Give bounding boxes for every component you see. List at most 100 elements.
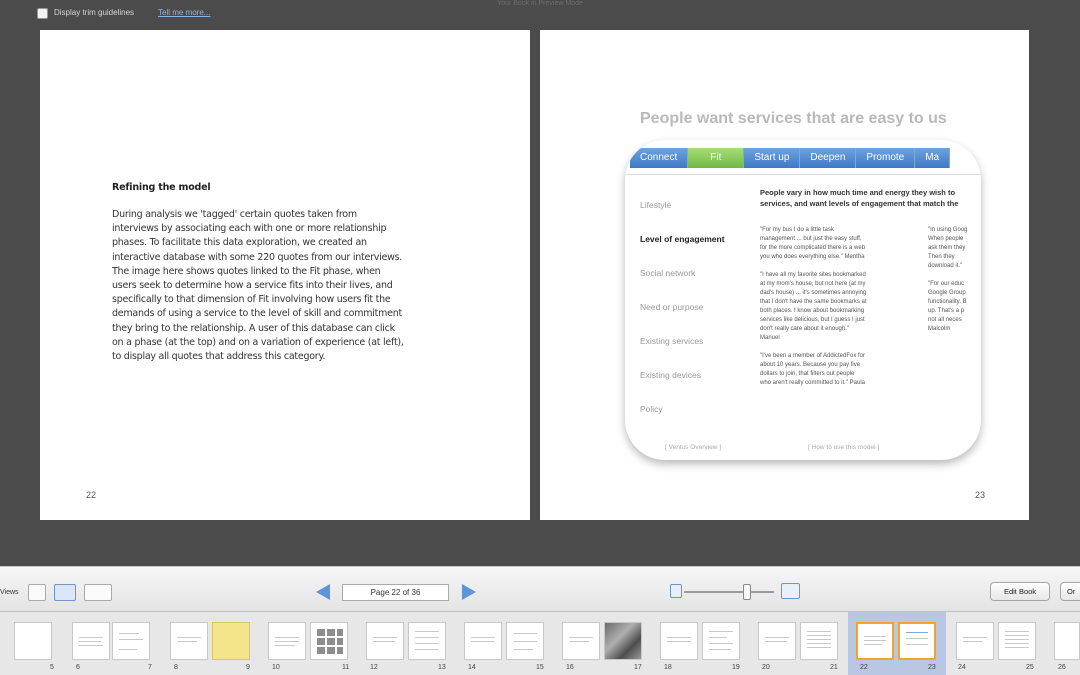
page-indicator: Page 22 of 36 [342, 584, 449, 601]
tab-more[interactable]: Ma [915, 148, 951, 168]
page-number-label: 26 [1058, 664, 1066, 671]
next-page-icon[interactable] [462, 584, 476, 600]
page-thumbnail-6[interactable] [72, 622, 110, 660]
page-thumbnail-8[interactable] [170, 622, 208, 660]
zoom-out-icon[interactable] [670, 584, 682, 598]
previous-page-icon[interactable] [316, 584, 330, 600]
page-thumbnail-23[interactable] [898, 622, 936, 660]
body-line: users seek to determine how a service fi… [112, 280, 393, 292]
page-thumbnail-7[interactable] [112, 622, 150, 660]
page-number-label: 11 [342, 664, 350, 671]
single-page-view-button[interactable] [28, 584, 46, 601]
how-to-use-link[interactable]: [ How to use this model ] [808, 444, 879, 451]
views-label: Views [0, 589, 19, 596]
page-thumbnail-5[interactable] [14, 622, 52, 660]
page-number-label: 17 [634, 664, 642, 671]
body-line: During analysis we 'tagged' certain quot… [112, 209, 357, 220]
aspect-level-of-engagement[interactable]: Level of engagement [640, 234, 725, 268]
right-page[interactable]: People want services that are easy to us… [540, 30, 1029, 520]
quote-line: "I have all my favorite sites bookmarked [760, 272, 866, 278]
body-line: phases. To facilitate this data explorat… [112, 237, 367, 249]
quote-line: dad's house) ... it's sometimes annoying [760, 290, 867, 296]
page-thumbnail-20[interactable] [758, 622, 796, 660]
page-number-label: 14 [468, 664, 476, 671]
quote-line: ask them they [928, 245, 966, 251]
quote-line: services like delicious, but I guess I j… [760, 317, 865, 323]
quote-line: "In using Goog [928, 227, 968, 233]
quotes-column-right: "In using Goog When people ask them they… [928, 226, 981, 343]
page-thumbnail-16[interactable] [562, 622, 600, 660]
tab-promote[interactable]: Promote [856, 148, 916, 168]
page-thumbnail-25[interactable] [998, 622, 1036, 660]
tab-deepen[interactable]: Deepen [800, 148, 857, 168]
zoom-slider-track[interactable] [684, 591, 774, 593]
page-number-label: 25 [1026, 664, 1034, 671]
body-line: interactive database with some 220 quote… [112, 251, 403, 263]
page-number-label: 19 [732, 664, 740, 671]
page-thumbnail-15[interactable] [506, 622, 544, 660]
quote-line: download it." [928, 263, 963, 269]
page-thumbnail-12[interactable] [366, 622, 404, 660]
page-thumbnail-14[interactable] [464, 622, 502, 660]
page-thumbnail-11[interactable] [310, 622, 348, 660]
aspect-policy[interactable]: Policy [640, 404, 725, 438]
tab-start-up[interactable]: Start up [744, 148, 801, 168]
tab-fit[interactable]: Fit [688, 148, 745, 168]
trim-guidelines-checkbox[interactable] [37, 8, 48, 19]
zoom-slider-thumb[interactable] [743, 584, 751, 600]
order-button[interactable]: Or [1060, 582, 1080, 601]
quote-line: not all neces [928, 317, 962, 323]
page-thumbnail-10[interactable] [268, 622, 306, 660]
quote-line: functionality. B [928, 299, 967, 305]
page-thumbnail-19[interactable] [702, 622, 740, 660]
two-page-view-icon[interactable] [54, 584, 76, 601]
quotes-column: "For my bus I do a little task managemen… [760, 226, 900, 397]
aspect-social-network[interactable]: Social network [640, 268, 725, 302]
page-number-label: 13 [438, 664, 446, 671]
page-thumbnail-13[interactable] [408, 622, 446, 660]
page-number-label: 20 [762, 664, 770, 671]
window-title: Your Book in Preview Mode [497, 0, 583, 7]
aspect-existing-services[interactable]: Existing services [640, 336, 725, 370]
top-bar: Display trim guidelines Tell me more... … [0, 0, 1080, 28]
page-thumbnail-26[interactable] [1054, 622, 1080, 660]
quote-line: at my mom's house, but not here (at my [760, 281, 866, 287]
page-thumbnail-18[interactable] [660, 622, 698, 660]
quote-line: don't really care about it enough." [760, 326, 850, 332]
quote-line: management ... but just the easy stuff, [760, 236, 862, 242]
intro-line: People vary in how much time and energy … [760, 188, 956, 197]
page-thumbnail-9[interactable] [212, 622, 250, 660]
page-thumbnail-22[interactable] [856, 622, 894, 660]
aspect-need-or-purpose[interactable]: Need or purpose [640, 302, 725, 336]
page-number-right: 23 [974, 490, 985, 500]
ventus-overview-link[interactable]: [ Ventus Overview ] [665, 444, 721, 451]
quote: "For my bus I do a little task managemen… [760, 226, 900, 262]
edit-book-button[interactable]: Edit Book [990, 582, 1050, 601]
quote-line: Then they [928, 254, 955, 260]
model-heading: People want services that are easy to us [640, 110, 947, 127]
trim-guidelines-label[interactable]: Display trim guidelines [54, 8, 134, 17]
page-number-label: 15 [536, 664, 544, 671]
grid-view-icon[interactable] [84, 584, 112, 601]
page-thumbnail-17[interactable] [604, 622, 642, 660]
page-number-label: 16 [566, 664, 574, 671]
quote: "I have all my favorite sites bookmarked… [760, 271, 900, 343]
page-thumbnail-21[interactable] [800, 622, 838, 660]
intro-line: services, and want levels of engagement … [760, 199, 959, 208]
page-number-label: 21 [830, 664, 838, 671]
aspect-existing-devices[interactable]: Existing devices [640, 370, 725, 404]
aspect-lifestyle[interactable]: Lifestyle [640, 200, 725, 234]
left-page[interactable]: Refining the model During analysis we 't… [40, 30, 530, 520]
zoom-in-icon[interactable] [781, 583, 800, 599]
page-number-label: 10 [272, 664, 280, 671]
quote-line: "I've been a member of AddictedFox for [760, 353, 865, 359]
quote-line: who aren't really committed to it." Paul… [760, 380, 865, 386]
page-thumbnail-24[interactable] [956, 622, 994, 660]
relationship-model-card: Connect Fit Start up Deepen Promote Ma L… [625, 140, 981, 460]
aspect-intro: People vary in how much time and energy … [760, 187, 981, 209]
section-title: Refining the model [112, 182, 211, 193]
quote-line: Google Group [928, 290, 966, 296]
quote-line: "For our educ [928, 281, 965, 287]
tell-me-more-link[interactable]: Tell me more... [158, 8, 210, 17]
tab-connect[interactable]: Connect [630, 148, 689, 168]
